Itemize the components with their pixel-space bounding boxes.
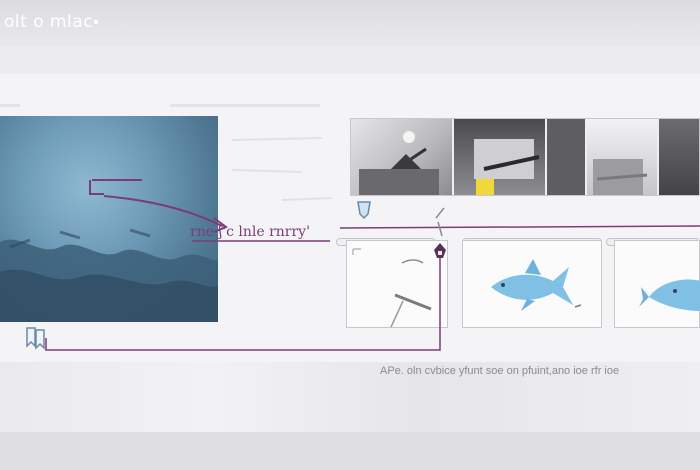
fish-thumbnail[interactable] — [614, 240, 700, 328]
photo-thumbnail[interactable] — [454, 119, 547, 195]
bookmark-icon[interactable] — [24, 326, 48, 350]
annotation-caption: rne ʃ'c lnle rnrry' — [190, 224, 310, 240]
photo-thumbnail[interactable] — [659, 119, 699, 195]
window-title: olt o mlac — [4, 12, 94, 32]
photo-content — [359, 131, 439, 195]
pin-icon — [435, 207, 445, 237]
footer-caption: APe. oln cvbice yfunt soe on pfuint,ano … — [380, 365, 620, 377]
photo-content — [474, 139, 540, 195]
fish-drawing — [491, 259, 582, 311]
divider-line — [170, 104, 320, 107]
toolbar-band — [0, 46, 700, 74]
fish-thumbnail[interactable] — [462, 240, 602, 328]
fish-drawing — [639, 279, 700, 311]
title-dot — [94, 20, 98, 24]
faint-sketch-lines — [231, 137, 333, 201]
photo-strip[interactable] — [350, 118, 700, 196]
reef-illustration — [0, 228, 218, 322]
photo-content — [593, 159, 648, 195]
title-bar: olt o mlac — [0, 0, 700, 46]
underwater-image-panel[interactable] — [0, 116, 218, 322]
connector-line — [339, 225, 700, 229]
photo-thumbnail[interactable] — [587, 119, 659, 195]
photo-thumbnail[interactable] — [351, 119, 454, 195]
photo-thumbnail[interactable] — [547, 119, 587, 195]
divider-line — [0, 104, 20, 107]
bookmark-icon[interactable] — [356, 200, 372, 220]
bottom-bar — [0, 432, 700, 470]
tag-icon[interactable] — [432, 242, 448, 260]
